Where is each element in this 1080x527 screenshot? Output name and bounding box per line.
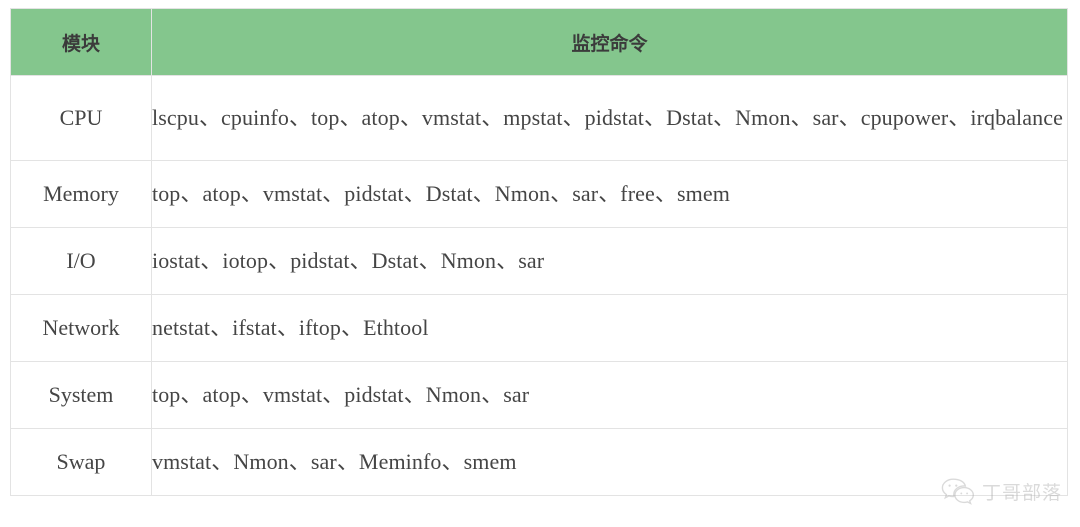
table-body: CPU lscpu、cpuinfo、top、atop、vmstat、mpstat… [10, 75, 1068, 496]
commands-network: netstat、ifstat、iftop、Ethtool [151, 294, 1068, 362]
commands-swap: vmstat、Nmon、sar、Meminfo、smem [151, 428, 1068, 496]
column-header-module: 模块 [10, 8, 152, 76]
table-row: I/O iostat、iotop、pidstat、Dstat、Nmon、sar [10, 227, 1068, 295]
commands-memory: top、atop、vmstat、pidstat、Dstat、Nmon、sar、f… [151, 160, 1068, 228]
module-name-cpu: CPU [10, 75, 152, 161]
table-row: Network netstat、ifstat、iftop、Ethtool [10, 294, 1068, 362]
table-header: 模块 监控命令 [10, 8, 1068, 76]
page-root: 模块 监控命令 CPU lscpu、cpuinfo、top、atop、vmsta… [0, 0, 1080, 527]
module-name-swap: Swap [10, 428, 152, 496]
table-row: Swap vmstat、Nmon、sar、Meminfo、smem [10, 428, 1068, 496]
module-name-system: System [10, 361, 152, 429]
module-name-network: Network [10, 294, 152, 362]
module-name-io: I/O [10, 227, 152, 295]
table-row: CPU lscpu、cpuinfo、top、atop、vmstat、mpstat… [10, 75, 1068, 161]
monitoring-commands-table: 模块 监控命令 CPU lscpu、cpuinfo、top、atop、vmsta… [10, 8, 1068, 496]
module-name-memory: Memory [10, 160, 152, 228]
table-header-row: 模块 监控命令 [10, 8, 1068, 76]
column-header-command: 监控命令 [151, 8, 1068, 76]
commands-io: iostat、iotop、pidstat、Dstat、Nmon、sar [151, 227, 1068, 295]
commands-cpu: lscpu、cpuinfo、top、atop、vmstat、mpstat、pid… [151, 75, 1068, 161]
table-row: System top、atop、vmstat、pidstat、Nmon、sar [10, 361, 1068, 429]
commands-system: top、atop、vmstat、pidstat、Nmon、sar [151, 361, 1068, 429]
table-row: Memory top、atop、vmstat、pidstat、Dstat、Nmo… [10, 160, 1068, 228]
